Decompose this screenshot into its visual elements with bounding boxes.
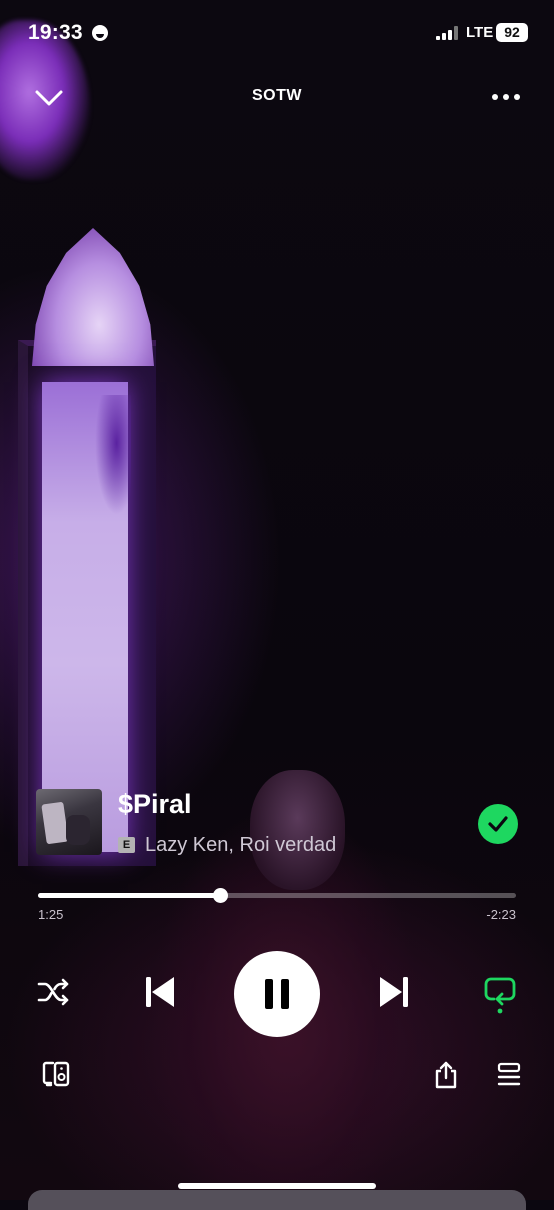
face-icon bbox=[92, 25, 108, 41]
network-type: LTE bbox=[466, 24, 494, 41]
share-icon[interactable] bbox=[428, 1057, 464, 1093]
album-cover[interactable] bbox=[36, 789, 102, 855]
remaining-time: -2:23 bbox=[486, 907, 516, 922]
skip-previous-icon[interactable] bbox=[138, 972, 182, 1012]
shuffle-icon[interactable] bbox=[34, 974, 74, 1010]
elapsed-time: 1:25 bbox=[38, 907, 64, 922]
lyrics-card-peek[interactable] bbox=[28, 1190, 526, 1210]
player-header: SOTW bbox=[0, 74, 554, 120]
connect-devices-icon[interactable] bbox=[38, 1057, 74, 1091]
more-options-icon[interactable] bbox=[486, 84, 526, 110]
track-artists[interactable]: Lazy Ken, Roi verdad bbox=[145, 834, 336, 857]
progress-handle[interactable] bbox=[212, 888, 228, 903]
player-footer bbox=[0, 1055, 554, 1095]
playback-controls bbox=[0, 948, 554, 1038]
check-circle-icon[interactable] bbox=[478, 804, 518, 844]
progress-bar[interactable] bbox=[38, 888, 516, 903]
progress-fill bbox=[38, 893, 220, 898]
queue-icon[interactable] bbox=[490, 1057, 528, 1093]
status-bar: 19:33 LTE 92 bbox=[0, 0, 554, 66]
track-info: $Piral E Lazy Ken, Roi verdad bbox=[36, 789, 526, 857]
playlist-title: SOTW bbox=[252, 87, 302, 104]
status-time: 19:33 bbox=[28, 21, 83, 44]
home-indicator[interactable] bbox=[178, 1183, 376, 1189]
battery-indicator: 92 bbox=[496, 23, 528, 42]
repeat-icon[interactable] bbox=[478, 972, 522, 1018]
pause-button[interactable] bbox=[234, 951, 320, 1037]
track-title[interactable]: $Piral bbox=[118, 789, 192, 820]
explicit-badge: E bbox=[118, 837, 135, 853]
signal-icon bbox=[436, 26, 458, 40]
pause-icon bbox=[265, 979, 289, 1009]
skip-next-icon[interactable] bbox=[372, 972, 416, 1012]
